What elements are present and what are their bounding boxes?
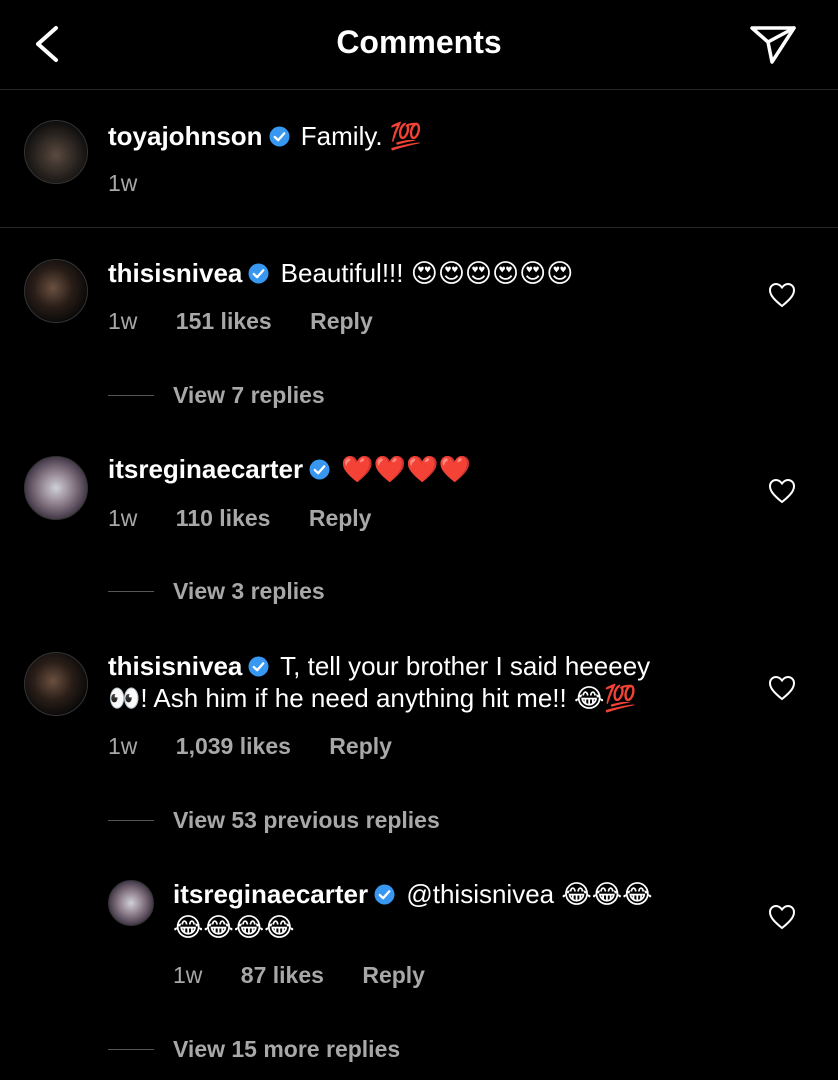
comment-text: thisisnivea T, tell your brother I said … <box>108 650 748 715</box>
likes-count[interactable]: 1,039 likes <box>176 733 291 759</box>
comment-meta: 1w 1,039 likes Reply <box>108 733 424 760</box>
view-replies-button[interactable]: View 15 more replies <box>173 1036 400 1063</box>
laughing-emoji-icon: 😂😂😂😂 <box>173 913 295 943</box>
avatar[interactable] <box>24 456 88 520</box>
like-heart-icon[interactable] <box>768 282 796 308</box>
page-title: Comments <box>336 24 502 60</box>
timestamp: 1w <box>173 962 203 988</box>
reply-button[interactable]: Reply <box>309 505 372 531</box>
heart-eyes-emoji-icon: 😍😍😍😍😍😍 <box>410 259 574 289</box>
view-replies-button[interactable]: View 3 replies <box>173 578 325 605</box>
avatar[interactable] <box>108 880 154 926</box>
reply-meta: 1w 87 likes Reply <box>173 962 457 989</box>
avatar[interactable] <box>24 259 88 323</box>
caption-body: Family. <box>300 121 383 151</box>
likes-count[interactable]: 87 likes <box>241 962 324 988</box>
hundred-emoji-icon: 💯 <box>389 122 423 152</box>
like-heart-icon[interactable] <box>768 904 796 930</box>
comment-body: ! Ash him if he need anything hit me!! <box>140 683 574 713</box>
view-replies-button[interactable]: View 7 replies <box>173 382 325 409</box>
header: Comments <box>0 0 838 90</box>
comment-username[interactable]: itsreginaecarter <box>108 454 303 484</box>
comment-body: Beautiful!!! <box>280 258 411 288</box>
caption-meta: 1w <box>108 170 169 197</box>
replies-line <box>108 395 154 396</box>
reply-button[interactable]: Reply <box>310 308 373 334</box>
mention-link[interactable]: @thisisnivea <box>406 879 561 909</box>
timestamp: 1w <box>108 308 138 334</box>
like-heart-icon[interactable] <box>768 675 796 701</box>
send-icon[interactable] <box>748 22 798 66</box>
laughing-emoji-icon: 😂😂😂 <box>561 880 653 910</box>
timestamp: 1w <box>108 505 138 531</box>
comment-meta: 1w 110 likes Reply <box>108 505 403 532</box>
view-replies-button[interactable]: View 53 previous replies <box>173 807 440 834</box>
likes-count[interactable]: 151 likes <box>176 308 272 334</box>
avatar[interactable] <box>24 120 88 184</box>
verified-badge-icon <box>309 459 330 480</box>
comment-username[interactable]: thisisnivea <box>108 258 242 288</box>
reply-text: itsreginaecarter @thisisnivea 😂😂😂 😂😂😂😂 <box>173 878 753 944</box>
comment-text: thisisnivea Beautiful!!! 😍😍😍😍😍😍 <box>108 257 573 290</box>
verified-badge-icon <box>248 263 269 284</box>
reply-line: 😂😂😂😂 <box>173 911 753 944</box>
replies-line <box>108 1049 154 1050</box>
divider <box>0 227 838 228</box>
verified-badge-icon <box>248 656 269 677</box>
eyes-emoji-icon: 👀 <box>108 684 141 714</box>
timestamp: 1w <box>108 733 138 759</box>
comment-body: T, tell your brother I said heeeey <box>280 651 651 681</box>
verified-badge-icon <box>269 126 290 147</box>
reply-username[interactable]: itsreginaecarter <box>173 879 368 909</box>
reply-line: itsreginaecarter @thisisnivea 😂😂😂 <box>173 878 753 911</box>
comment-line: thisisnivea T, tell your brother I said … <box>108 650 748 682</box>
likes-count[interactable]: 110 likes <box>176 505 271 531</box>
reply-button[interactable]: Reply <box>329 733 392 759</box>
comment-line: 👀! Ash him if he need anything hit me!! … <box>108 682 748 715</box>
comment-username[interactable]: thisisnivea <box>108 651 242 681</box>
red-heart-emoji-icon: ❤️❤️❤️❤️ <box>341 455 471 485</box>
reply-button[interactable]: Reply <box>362 962 425 988</box>
timestamp: 1w <box>108 170 138 196</box>
laughing-emoji-icon: 😂💯 <box>573 684 637 714</box>
comment-meta: 1w 151 likes Reply <box>108 308 405 335</box>
caption-text: toyajohnson Family. 💯 <box>108 120 422 153</box>
comment-text: itsreginaecarter ❤️❤️❤️❤️ <box>108 453 471 486</box>
like-heart-icon[interactable] <box>768 478 796 504</box>
avatar[interactable] <box>24 652 88 716</box>
replies-line <box>108 591 154 592</box>
verified-badge-icon <box>374 884 395 905</box>
replies-line <box>108 820 154 821</box>
caption-username[interactable]: toyajohnson <box>108 121 263 151</box>
